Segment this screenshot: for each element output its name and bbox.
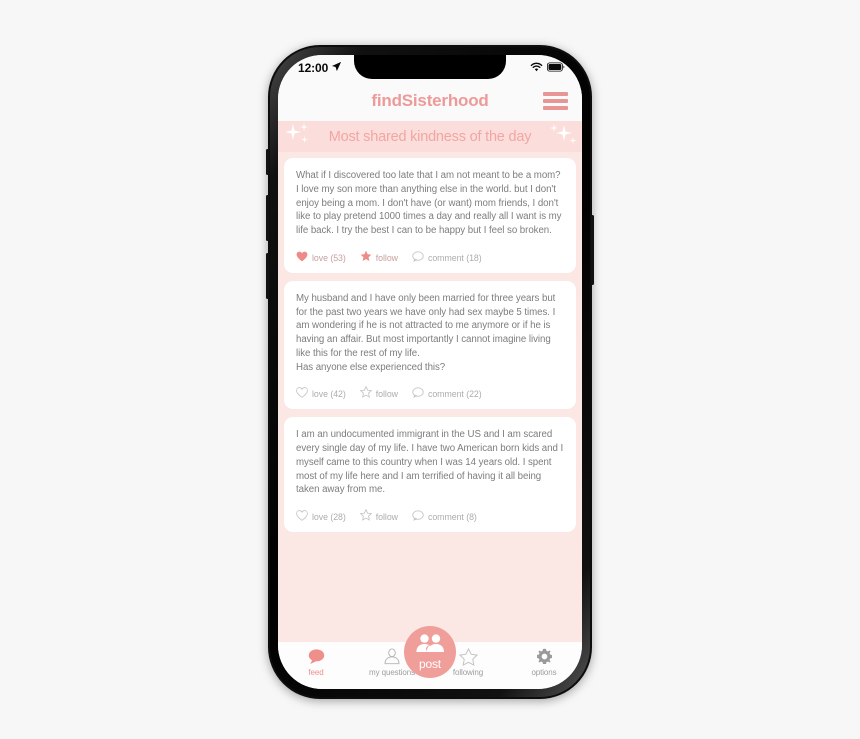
menu-bar-3 [543, 106, 568, 110]
app-title: findSisterhood [371, 91, 489, 110]
comment-button[interactable]: comment (8) [412, 508, 477, 526]
status-bar-right [530, 59, 565, 77]
person-outline-icon [383, 647, 401, 666]
battery-icon [546, 59, 565, 77]
gear-icon [536, 647, 553, 666]
feed-list[interactable]: What if I discovered too late that I am … [278, 152, 582, 642]
power-button[interactable] [591, 215, 594, 285]
post-text: I am an undocumented immigrant in the US… [296, 429, 564, 496]
star-outline-icon [359, 385, 373, 403]
volume-up-button[interactable] [266, 195, 269, 241]
comment-bubble-icon [412, 508, 424, 526]
post-button-label: post [419, 656, 441, 671]
menu-bar-2 [543, 99, 568, 103]
nav-item-options[interactable]: options [516, 647, 572, 677]
phone-notch [354, 55, 506, 79]
love-button[interactable]: love (28) [296, 508, 346, 526]
kindness-banner: Most shared kindness of the day [278, 121, 582, 152]
comment-button[interactable]: comment (22) [412, 385, 482, 403]
follow-label: follow [375, 512, 398, 523]
post-card[interactable]: What if I discovered too late that I am … [284, 158, 576, 273]
comment-label: comment (8) [427, 512, 477, 523]
post-text: What if I discovered too late that I am … [296, 170, 562, 237]
love-button[interactable]: love (53) [296, 249, 346, 267]
phone-screen: 12:00 findSisterhood Most shared kindnes… [278, 55, 582, 689]
nav-label-following: following [452, 668, 484, 677]
star-filled-icon [360, 249, 372, 267]
post-card[interactable]: My husband and I have only been married … [284, 280, 576, 410]
comment-label: comment (22) [427, 389, 482, 400]
star-outline-icon [359, 508, 373, 526]
star-outline-icon [458, 647, 478, 666]
app-header: findSisterhood [278, 81, 582, 121]
follow-button[interactable]: follow [360, 249, 398, 267]
post-card[interactable]: I am an undocumented immigrant in the US… [284, 417, 576, 533]
speech-bubble-icon [307, 647, 326, 666]
comment-button[interactable]: comment (18) [412, 249, 482, 267]
sparkle-icon [544, 121, 578, 152]
comment-bubble-icon [412, 385, 424, 403]
love-label: love (53) [312, 252, 346, 263]
silent-switch-button[interactable] [266, 149, 269, 175]
status-bar-left: 12:00 [298, 59, 342, 77]
bottom-navigation-bar: feed my questions post following options [278, 626, 582, 689]
location-arrow-icon [331, 59, 342, 77]
comment-label: comment (18) [427, 252, 482, 263]
follow-label: follow [375, 252, 398, 263]
follow-button[interactable]: follow [359, 385, 398, 403]
phone-frame: 12:00 findSisterhood Most shared kindnes… [266, 45, 594, 699]
hamburger-menu-icon[interactable] [543, 92, 568, 110]
wifi-icon [530, 59, 543, 77]
heart-outline-icon [296, 508, 308, 526]
nav-label-options: options [531, 668, 557, 677]
heart-outline-icon [296, 385, 308, 403]
nav-item-feed[interactable]: feed [288, 647, 344, 677]
nav-label-feed: feed [308, 668, 324, 677]
comment-bubble-icon [412, 249, 424, 267]
heart-filled-icon [296, 249, 308, 267]
love-button[interactable]: love (42) [296, 385, 346, 403]
follow-button[interactable]: follow [359, 508, 398, 526]
post-actions: love (53) follow comment (18) [296, 247, 564, 267]
two-people-icon [415, 633, 445, 658]
status-time: 12:00 [298, 61, 329, 75]
love-label: love (42) [312, 389, 346, 400]
sparkle-icon [282, 121, 316, 152]
menu-bar-1 [543, 92, 568, 96]
post-button[interactable]: post [404, 626, 456, 678]
post-actions: love (42) follow comment (22) [296, 383, 564, 403]
nav-label-my-questions: my questions [369, 668, 415, 677]
volume-down-button[interactable] [266, 253, 269, 299]
banner-title: Most shared kindness of the day [328, 128, 532, 145]
follow-label: follow [375, 389, 398, 400]
love-label: love (28) [312, 512, 346, 523]
post-actions: love (28) follow comment (8) [296, 506, 564, 526]
post-text: My husband and I have only been married … [296, 292, 556, 373]
